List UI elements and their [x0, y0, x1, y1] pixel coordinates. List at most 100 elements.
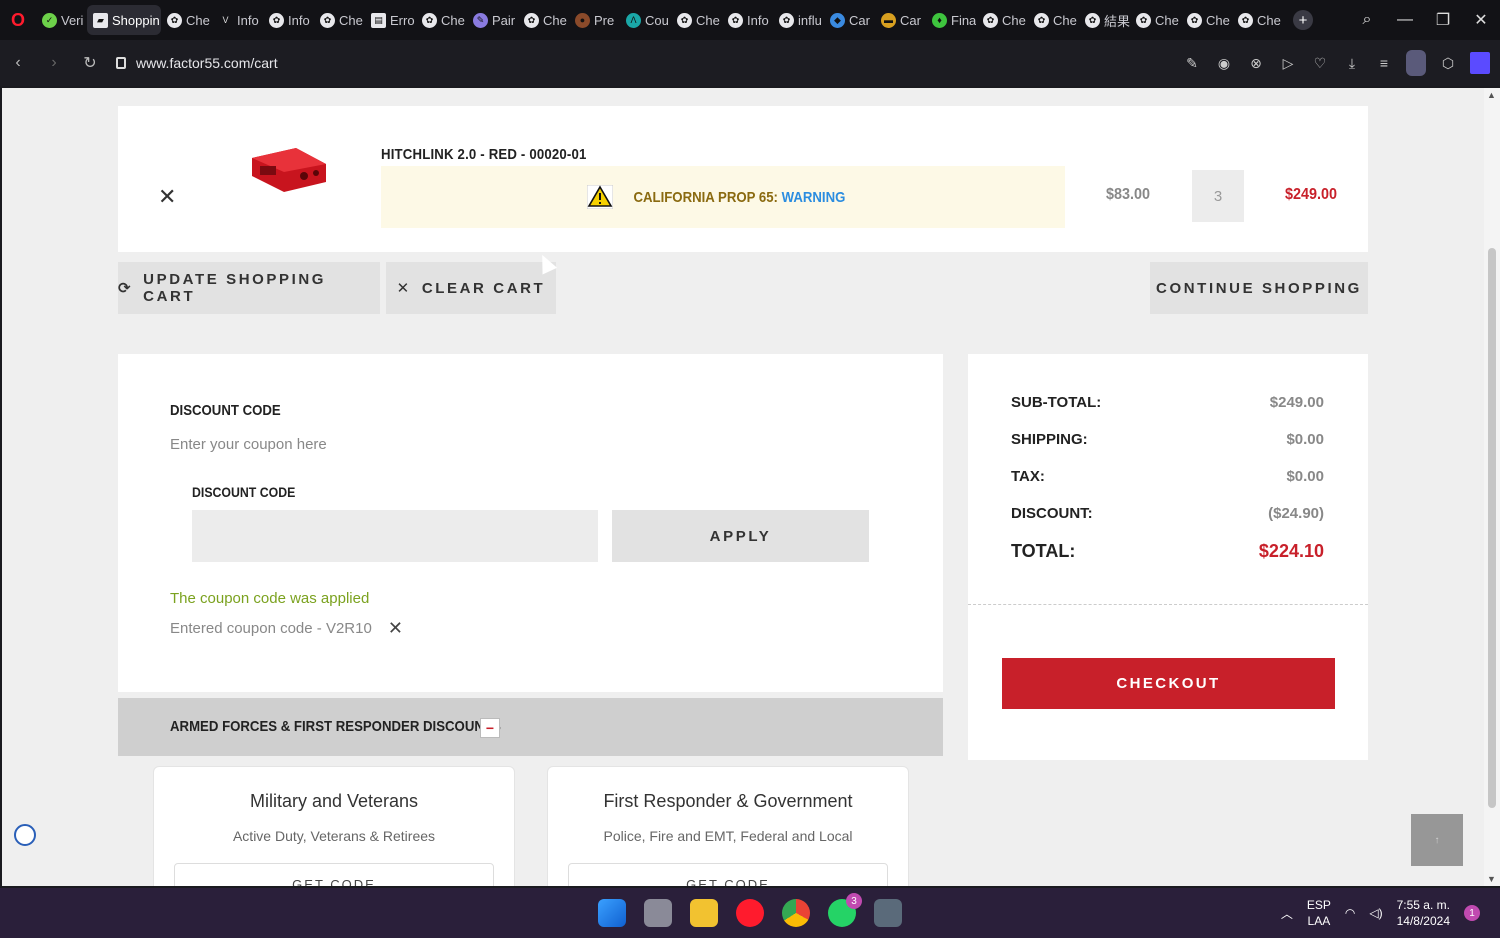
- tab-3[interactable]: V Info: [212, 5, 263, 35]
- new-tab-button[interactable]: +: [1293, 10, 1313, 30]
- tab-16[interactable]: ▬ Car: [875, 5, 926, 35]
- url-field[interactable]: www.factor55.com/cart: [116, 55, 278, 71]
- tab-6[interactable]: ▤ Erro: [365, 5, 416, 35]
- clock-time: 7:55 a. m.: [1396, 898, 1450, 912]
- tab-8[interactable]: ✎ Pair: [467, 5, 518, 35]
- page-viewport: ✕ HITCHLINK 2.0 - RED - 00020-01 CALIFOR…: [2, 88, 1484, 886]
- tab-11[interactable]: Λ Cou: [620, 5, 671, 35]
- product-image[interactable]: [246, 140, 332, 196]
- window-controls: ⌕ — ❐ ✕: [1348, 0, 1500, 40]
- windows-taskbar: 3 ︿ ESP LAA ◠ ◁) 7:55 a. m. 14/8/2024 1: [0, 888, 1500, 938]
- download-icon[interactable]: ⤓: [1342, 55, 1362, 72]
- send-icon[interactable]: ▷: [1278, 55, 1298, 72]
- file-explorer-icon[interactable]: [690, 899, 718, 927]
- tab-17[interactable]: ♦ Fina: [926, 5, 977, 35]
- discount-code-input[interactable]: [192, 510, 598, 562]
- tab-15[interactable]: ◆ Car: [824, 5, 875, 35]
- extensions-icon[interactable]: ⬡: [1438, 55, 1458, 72]
- tab-21[interactable]: ✿ Che: [1130, 5, 1181, 35]
- remove-item-icon[interactable]: ✕: [158, 184, 176, 210]
- restore-icon[interactable]: ❐: [1424, 10, 1462, 30]
- openai-icon: ✿: [779, 12, 794, 28]
- scroll-down-icon[interactable]: ▼: [1487, 874, 1496, 884]
- whatsapp-badge: 3: [846, 893, 862, 909]
- openai-icon: ✿: [167, 12, 182, 28]
- wifi-icon[interactable]: ◠: [1345, 906, 1355, 920]
- reload-icon[interactable]: ↻: [72, 53, 108, 73]
- volume-icon[interactable]: ◁): [1369, 906, 1382, 920]
- menu-icon[interactable]: ≡: [1374, 55, 1394, 71]
- windows-start-icon[interactable]: [598, 899, 626, 927]
- car-icon: ▬: [881, 12, 896, 28]
- first-responder-get-code-button[interactable]: GET CODE: [568, 863, 888, 886]
- tab-4[interactable]: ✿ Info: [263, 5, 314, 35]
- first-responder-offer-subtitle: Police, Fire and EMT, Federal and Local: [603, 828, 853, 844]
- remove-coupon-icon[interactable]: ✕: [388, 618, 403, 639]
- scrollbar-thumb[interactable]: [1488, 248, 1496, 808]
- unit-price: $83.00: [1106, 186, 1151, 203]
- calculator-icon[interactable]: [874, 899, 902, 927]
- back-to-top-button[interactable]: ↑: [1411, 814, 1463, 866]
- tab-2[interactable]: ✿ Che: [161, 5, 212, 35]
- checkout-button[interactable]: CHECKOUT: [1002, 658, 1335, 709]
- page-scrollbar[interactable]: ▲ ▼: [1484, 88, 1500, 886]
- v-icon: V: [222, 15, 229, 25]
- bean-icon: ●: [575, 12, 590, 28]
- forward-icon[interactable]: ›: [36, 54, 72, 72]
- tab-19[interactable]: ✿ Che: [1028, 5, 1079, 35]
- openai-icon: ✿: [269, 12, 284, 28]
- cookie-settings-icon[interactable]: [14, 824, 36, 846]
- scroll-up-icon[interactable]: ▲: [1487, 90, 1496, 100]
- language-indicator[interactable]: ESP LAA: [1307, 897, 1331, 929]
- apply-coupon-button[interactable]: APPLY: [612, 510, 869, 562]
- clear-cart-button[interactable]: ✕ CLEAR CART: [386, 262, 556, 314]
- opera-taskbar-icon[interactable]: [736, 899, 764, 927]
- tab-20[interactable]: ✿ 結果: [1079, 5, 1130, 35]
- heart-icon[interactable]: ♡: [1310, 55, 1330, 72]
- product-name[interactable]: HITCHLINK 2.0 - RED - 00020-01: [381, 146, 587, 163]
- whatsapp-icon[interactable]: 3: [828, 893, 862, 927]
- armed-forces-header[interactable]: ARMED FORCES & FIRST RESPONDER DISCOUNTS…: [118, 698, 943, 756]
- chrome-icon[interactable]: [782, 899, 810, 927]
- tab-10[interactable]: ● Pre: [569, 5, 620, 35]
- close-window-icon[interactable]: ✕: [1462, 10, 1500, 30]
- coupon-hint: Enter your coupon here: [170, 436, 327, 453]
- prop65-warning-link[interactable]: WARNING: [781, 189, 845, 206]
- opera-logo-icon[interactable]: O: [0, 0, 36, 40]
- continue-shopping-button[interactable]: CONTINUE SHOPPING: [1150, 262, 1368, 314]
- tab-18[interactable]: ✿ Che: [977, 5, 1028, 35]
- quantity-input[interactable]: 3: [1192, 170, 1244, 222]
- tab-22[interactable]: ✿ Che: [1181, 5, 1232, 35]
- openai-icon: ✿: [677, 12, 692, 28]
- tab-9[interactable]: ✿ Che: [518, 5, 569, 35]
- language-code: ESP: [1306, 898, 1331, 912]
- notification-badge[interactable]: 1: [1464, 905, 1480, 921]
- edit-icon[interactable]: ✎: [1182, 55, 1202, 72]
- back-icon[interactable]: ‹: [0, 54, 36, 72]
- collapse-toggle-icon[interactable]: −: [480, 718, 500, 738]
- tab-5[interactable]: ✿ Che: [314, 5, 365, 35]
- tab-12[interactable]: ✿ Che: [671, 5, 722, 35]
- total-row: TOTAL: $224.10: [1011, 541, 1324, 562]
- camera-icon[interactable]: ◉: [1214, 55, 1234, 72]
- tab-23[interactable]: ✿ Che: [1232, 5, 1283, 35]
- search-tabs-icon[interactable]: ⌕: [1348, 11, 1386, 29]
- tab-14[interactable]: ✿ influ: [773, 5, 824, 35]
- military-get-code-button[interactable]: GET CODE: [174, 863, 494, 886]
- subtotal-label: SUB-TOTAL:: [1011, 394, 1102, 411]
- tab-13[interactable]: ✿ Info: [722, 5, 773, 35]
- task-view-icon[interactable]: [644, 899, 672, 927]
- profile-icon[interactable]: [1406, 50, 1426, 76]
- tray-chevron-icon[interactable]: ︿: [1281, 905, 1293, 922]
- update-cart-button[interactable]: ⟳ UPDATE SHOPPING CART: [118, 262, 380, 314]
- clock[interactable]: 7:55 a. m. 14/8/2024: [1397, 897, 1450, 929]
- openai-icon: ✿: [728, 12, 743, 28]
- adblock-icon[interactable]: ⊗: [1246, 55, 1266, 72]
- first-responder-offer-title: First Responder & Government: [603, 791, 853, 811]
- minimize-icon[interactable]: —: [1386, 11, 1424, 29]
- warning-icon: [586, 185, 613, 209]
- tab-7[interactable]: ✿ Che: [416, 5, 467, 35]
- tab-shopping-cart[interactable]: ▰ Shoppin: [87, 5, 161, 35]
- subtotal-value: $249.00: [1269, 394, 1324, 411]
- tab-0[interactable]: ✓ Veri: [36, 5, 87, 35]
